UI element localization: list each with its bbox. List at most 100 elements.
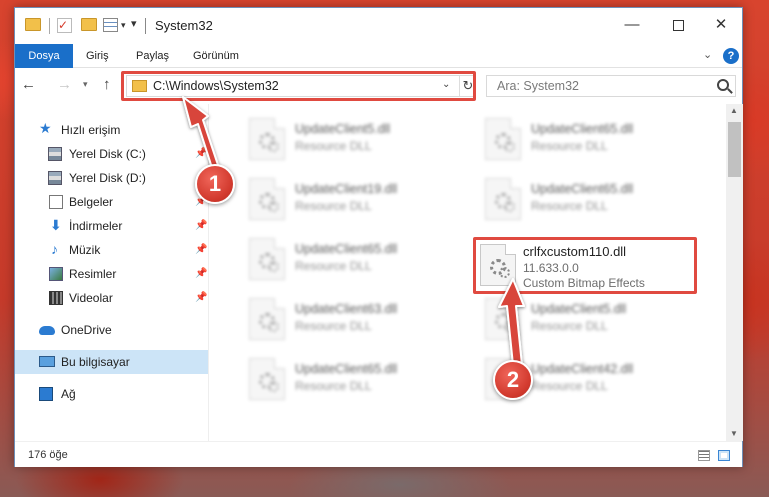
sidebar-item-label: Belgeler bbox=[69, 195, 114, 209]
folder-icon bbox=[132, 80, 147, 92]
search-box[interactable]: Ara: System32 bbox=[486, 75, 736, 97]
disk-icon bbox=[48, 171, 62, 185]
sidebar-item-local-disk-c[interactable]: Yerel Disk (C:) 📌 bbox=[15, 142, 208, 166]
sidebar-item-pictures[interactable]: Resimler 📌 bbox=[15, 262, 208, 286]
folder-icon bbox=[25, 18, 41, 31]
file-name: UpdateClient65.dll bbox=[531, 122, 634, 136]
sidebar-item-onedrive[interactable]: OneDrive bbox=[15, 318, 208, 342]
address-path[interactable]: C:\Windows\System32 bbox=[153, 79, 279, 93]
title-separator bbox=[145, 18, 146, 34]
sidebar-item-label: Müzik bbox=[69, 243, 101, 257]
documents-icon bbox=[49, 195, 63, 209]
file-name: UpdateClient63.dll bbox=[295, 302, 398, 316]
sidebar-item-label: Bu bilgisayar bbox=[61, 355, 130, 369]
sidebar-item-music[interactable]: ♪ Müzik 📌 bbox=[15, 238, 208, 262]
pin-icon: 📌 bbox=[195, 268, 208, 279]
sidebar-item-downloads[interactable]: ⬇ İndirmeler 📌 bbox=[15, 214, 208, 238]
sidebar-item-label: İndirmeler bbox=[69, 219, 123, 233]
dll-file-icon bbox=[249, 358, 285, 400]
sidebar-item-local-disk-d[interactable]: Yerel Disk (D:) 📌 bbox=[15, 166, 208, 190]
sidebar-item-quick-access[interactable]: ★ Hızlı erişim bbox=[15, 118, 208, 142]
dll-file-icon bbox=[485, 178, 521, 220]
file-description: Resource DLL bbox=[295, 139, 372, 153]
details-view-icon[interactable] bbox=[698, 450, 710, 461]
up-arrow-icon[interactable]: ↑ bbox=[103, 76, 111, 93]
expand-ribbon-chevron-icon[interactable]: ⌄ bbox=[703, 48, 712, 61]
search-input[interactable]: Ara: System32 bbox=[497, 79, 579, 93]
file-name: UpdateClient5.dll bbox=[295, 122, 391, 136]
customize-toolbar-icon[interactable]: ▾ bbox=[131, 17, 137, 30]
list-item[interactable]: UpdateClient65.dll Resource DLL bbox=[239, 232, 459, 282]
address-bar[interactable]: C:\Windows\System32 ⌄ ↻ bbox=[126, 75, 476, 97]
new-folder-icon[interactable] bbox=[81, 18, 97, 31]
navigation-pane: ★ Hızlı erişim Yerel Disk (C:) 📌 Yerel D… bbox=[15, 104, 209, 441]
list-item[interactable]: UpdateClient65.dll Resource DLL bbox=[475, 112, 695, 162]
disk-icon bbox=[48, 147, 62, 161]
file-name: UpdateClient65.dll bbox=[295, 362, 398, 376]
tab-view[interactable]: Görünüm bbox=[193, 44, 239, 68]
list-item[interactable]: UpdateClient19.dll Resource DLL bbox=[239, 172, 459, 222]
file-name: UpdateClient42.dll bbox=[531, 362, 634, 376]
this-pc-icon bbox=[39, 356, 55, 367]
sidebar-item-videos[interactable]: Videolar 📌 bbox=[15, 286, 208, 310]
pin-icon: 📌 bbox=[195, 148, 208, 159]
properties-check-icon[interactable]: ✓ bbox=[57, 18, 72, 33]
minimize-button[interactable]: — bbox=[609, 8, 655, 44]
tab-share[interactable]: Paylaş bbox=[136, 44, 169, 68]
window-title: System32 bbox=[155, 18, 213, 33]
list-item[interactable]: UpdateClient5.dll Resource DLL bbox=[239, 112, 459, 162]
scroll-down-arrow-icon[interactable]: ▼ bbox=[730, 429, 738, 438]
sidebar-item-label: Videolar bbox=[69, 291, 113, 305]
pin-icon: 📌 bbox=[195, 292, 208, 303]
recent-locations-chevron-icon[interactable]: ▾ bbox=[83, 79, 88, 90]
pin-icon: 📌 bbox=[195, 244, 208, 255]
search-icon[interactable] bbox=[717, 79, 729, 91]
scroll-thumb[interactable] bbox=[728, 122, 741, 177]
large-icons-view-icon[interactable] bbox=[718, 450, 730, 461]
sidebar-item-network[interactable]: Ağ bbox=[15, 382, 208, 406]
list-item[interactable]: UpdateClient65.dll Resource DLL bbox=[475, 172, 695, 222]
quick-access-separator bbox=[49, 18, 50, 34]
step-badge-1: 1 bbox=[195, 164, 235, 204]
tab-home[interactable]: Giriş bbox=[86, 44, 109, 68]
tab-file[interactable]: Dosya bbox=[15, 44, 73, 68]
sidebar-item-this-pc[interactable]: Bu bilgisayar bbox=[15, 350, 208, 374]
target-file-name: crlfxcustom110.dll bbox=[523, 244, 627, 259]
dll-file-icon bbox=[249, 118, 285, 160]
sidebar-item-label: Hızlı erişim bbox=[61, 123, 121, 137]
step-badge-2: 2 bbox=[493, 360, 533, 400]
file-description: Resource DLL bbox=[531, 199, 608, 213]
address-history-chevron-icon[interactable]: ⌄ bbox=[442, 79, 450, 90]
status-bar: 176 öğe bbox=[15, 441, 742, 467]
dll-file-icon bbox=[485, 298, 521, 340]
file-description: Resource DLL bbox=[295, 379, 372, 393]
refresh-icon[interactable]: ↻ bbox=[459, 76, 476, 96]
vertical-scrollbar[interactable]: ▲ ▼ bbox=[726, 104, 743, 441]
forward-arrow-icon[interactable]: → bbox=[57, 76, 72, 93]
dll-file-icon bbox=[249, 238, 285, 280]
file-description: Resource DLL bbox=[531, 319, 608, 333]
back-arrow-icon[interactable]: ← bbox=[21, 76, 36, 93]
list-item[interactable]: UpdateClient5.dll Resource DLL bbox=[475, 292, 695, 342]
list-item[interactable]: UpdateClient63.dll Resource DLL bbox=[239, 292, 459, 342]
maximize-button[interactable] bbox=[655, 8, 701, 44]
target-file-version: 11.633.0.0 bbox=[523, 261, 579, 275]
file-name: UpdateClient5.dll bbox=[531, 302, 627, 316]
chevron-down-icon[interactable]: ▾ bbox=[121, 20, 126, 31]
target-file-item[interactable]: crlfxcustom110.dll 11.633.0.0 Custom Bit… bbox=[473, 237, 697, 294]
sidebar-item-documents[interactable]: Belgeler 📌 bbox=[15, 190, 208, 214]
file-name: UpdateClient65.dll bbox=[531, 182, 634, 196]
scroll-up-arrow-icon[interactable]: ▲ bbox=[730, 106, 738, 115]
dll-file-icon bbox=[249, 298, 285, 340]
target-file-description: Custom Bitmap Effects bbox=[523, 276, 645, 290]
list-item[interactable]: UpdateClient65.dll Resource DLL bbox=[239, 352, 459, 402]
help-icon[interactable]: ? bbox=[723, 48, 739, 64]
close-button[interactable]: ✕ bbox=[698, 8, 744, 44]
navigation-bar: ← → ▾ ↑ C:\Windows\System32 ⌄ ↻ Ara: Sys… bbox=[15, 69, 742, 103]
file-explorer-window: ✓ ▾ ▾ System32 — ✕ Dosya Giriş Paylaş Gö… bbox=[14, 7, 743, 467]
sidebar-item-label: Ağ bbox=[61, 387, 76, 401]
properties-icon[interactable] bbox=[103, 18, 118, 32]
music-icon: ♪ bbox=[51, 241, 58, 257]
dll-file-icon bbox=[480, 244, 516, 286]
videos-icon bbox=[49, 291, 63, 305]
